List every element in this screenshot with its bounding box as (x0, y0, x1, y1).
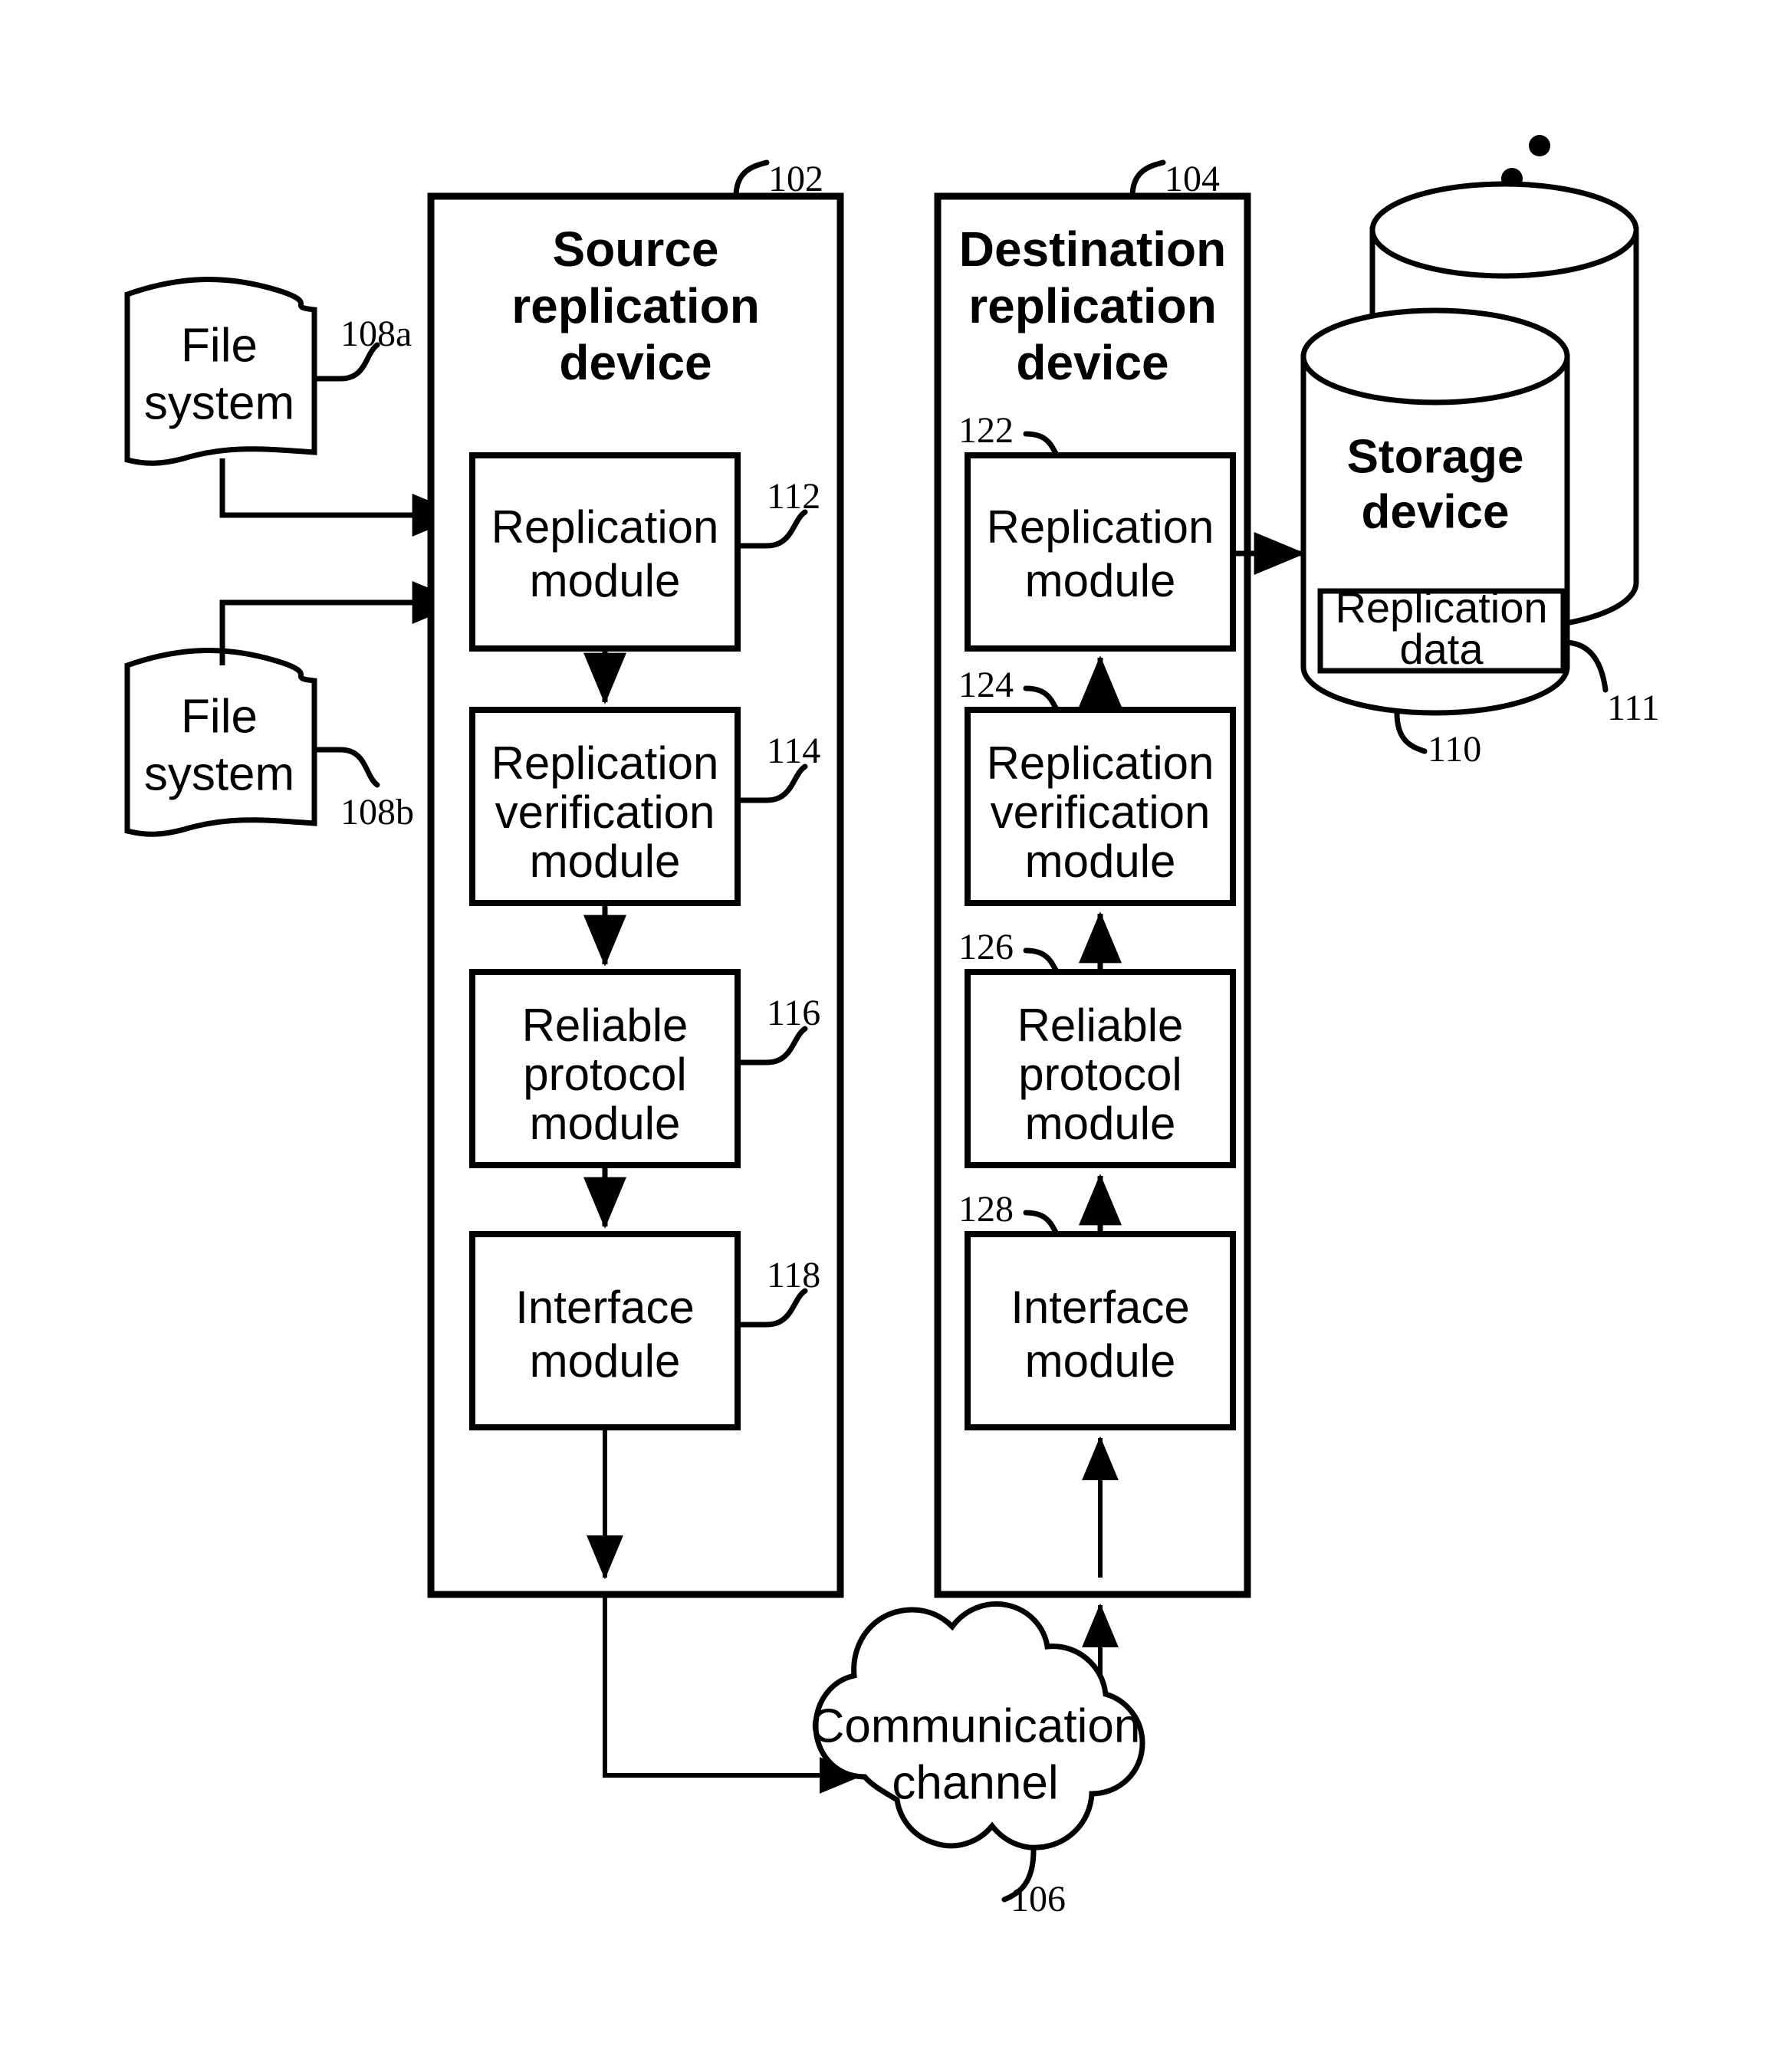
source-module-116-line3: module (530, 1098, 681, 1149)
file-system-108b-label-line2: system (144, 747, 294, 800)
destination-device-title-line2: replication (968, 278, 1217, 333)
replication-data-line2: data (1400, 625, 1484, 673)
ref-112: 112 (767, 476, 820, 517)
source-replication-device: Source replication device 102 Replicatio… (427, 159, 864, 1794)
source-module-114-line3: module (530, 836, 681, 887)
connector-108a-to-replication (219, 458, 426, 518)
destination-module-126-line1: Reliable (1017, 1000, 1184, 1051)
ref-118: 118 (767, 1255, 820, 1295)
leader-110 (1394, 710, 1428, 754)
communication-channel-line1: Communication (810, 1699, 1141, 1752)
destination-module-124-line2: verification (991, 786, 1211, 838)
destination-module-122-line2: module (1025, 555, 1176, 606)
destination-device-title-line1: Destination (959, 222, 1226, 277)
figure-canvas: File system 108a File system 108b Source… (124, 135, 1659, 1919)
ref-110: 110 (1428, 729, 1481, 770)
destination-module-128-line2: module (1025, 1335, 1176, 1387)
ref-108a: 108a (340, 314, 412, 354)
source-module-112-line1: Replication (491, 501, 719, 553)
ref-128: 128 (958, 1189, 1014, 1230)
destination-replication-device: Destination replication device 104 Repli… (934, 159, 1306, 1778)
storage-device-title-line1: Storage (1347, 430, 1524, 483)
leader-104 (1129, 159, 1166, 199)
ref-102: 102 (768, 159, 823, 199)
destination-module-126-line2: protocol (1018, 1049, 1181, 1100)
ref-108b: 108b (340, 792, 414, 832)
source-device-title-line1: Source (553, 222, 719, 277)
destination-module-128-line1: Interface (1011, 1282, 1189, 1333)
patent-figure: File system 108a File system 108b Source… (0, 0, 1778, 2072)
source-module-112-line2: module (530, 555, 681, 606)
ref-126: 126 (958, 927, 1014, 967)
leader-108b (313, 747, 380, 788)
destination-module-126-line3: module (1025, 1098, 1176, 1149)
source-module-118-line1: Interface (515, 1282, 694, 1333)
storage-cylinder-back-top (1369, 181, 1639, 279)
storage-device: Storage device Replication data 111 110 (1300, 135, 1659, 770)
leader-111 (1561, 639, 1609, 693)
leader-102 (733, 159, 770, 199)
file-system-108b: File system 108b (124, 581, 464, 837)
ref-116: 116 (767, 993, 820, 1033)
ref-106: 106 (1011, 1879, 1066, 1919)
destination-module-124-line1: Replication (987, 737, 1214, 789)
source-module-116-line2: protocol (523, 1049, 686, 1100)
source-module-114-line1: Replication (491, 737, 719, 789)
source-device-title-line3: device (559, 335, 712, 390)
source-to-cloud-path (603, 1594, 833, 1778)
source-module-116-line1: Reliable (522, 1000, 689, 1051)
communication-channel-line2: channel (892, 1756, 1058, 1809)
ref-104: 104 (1165, 159, 1220, 199)
file-system-108a-label-line1: File (181, 319, 258, 372)
file-system-108a: File system 108a (124, 276, 464, 537)
storage-device-title-line2: device (1361, 485, 1509, 538)
ref-122: 122 (958, 410, 1014, 451)
source-module-114-line2: verification (495, 786, 715, 838)
ellipsis-dot-1 (1529, 135, 1550, 156)
storage-cylinder-front-top (1300, 307, 1570, 406)
destination-device-title-line3: device (1016, 335, 1168, 390)
ref-114: 114 (767, 731, 820, 771)
ref-124: 124 (958, 665, 1014, 705)
destination-module-122-line1: Replication (987, 501, 1214, 553)
communication-channel: Communication channel 106 (810, 1601, 1145, 1919)
file-system-108b-label-line1: File (181, 690, 258, 743)
source-module-118-line2: module (530, 1335, 681, 1387)
ref-111: 111 (1607, 688, 1659, 728)
file-system-108a-label-line2: system (144, 376, 294, 429)
destination-module-124-line3: module (1025, 836, 1176, 887)
source-device-title-line2: replication (511, 278, 760, 333)
